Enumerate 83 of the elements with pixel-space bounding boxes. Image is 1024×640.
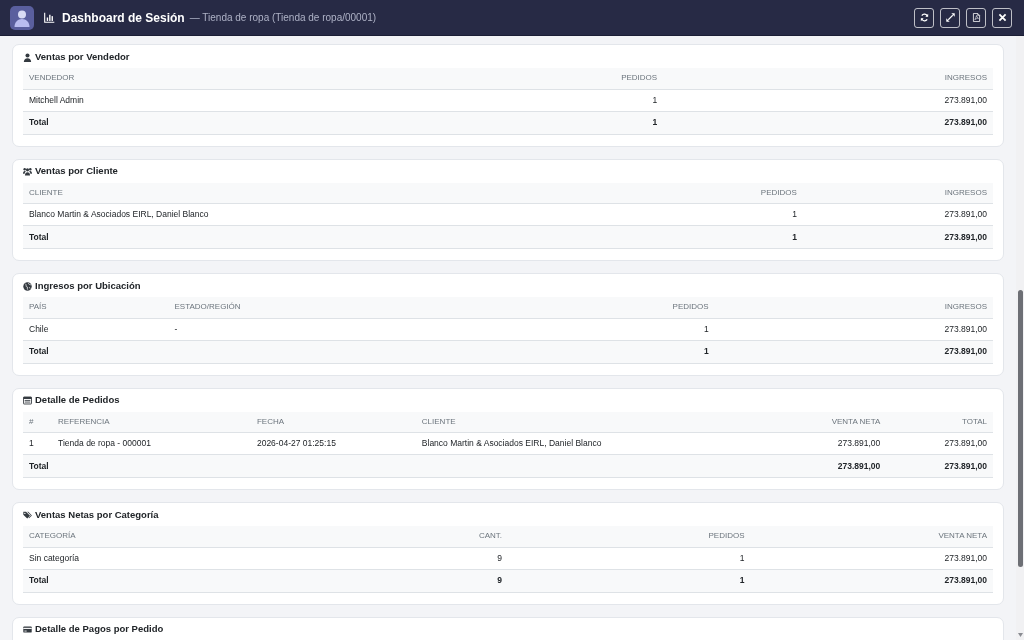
column-header: VENTA NETA [750,526,993,547]
table-cell: Chile [23,318,169,340]
document-button[interactable] [966,7,986,28]
table-cell: Blanco Martin & Asociados EIRL, Daniel Blanco [415,432,740,455]
window-title: Dashboard de Sesión [62,9,185,27]
table-cell: 273.891,00 [750,569,993,592]
section-title: Ingresos por Ubicación [35,278,141,293]
table-cell: Sin categoría [23,547,266,569]
table-cell: Mitchell Admin [23,89,344,111]
section-title: Ventas Netas por Categoría [35,507,159,522]
table-cell: 273.891,00 [739,432,887,455]
table-cell: Tienda de ropa - 000001 [52,432,251,455]
close-button[interactable] [992,7,1012,28]
column-header: # [23,411,53,433]
close-icon [997,13,1007,22]
section-title: Ventas por Vendedor [35,49,130,64]
table-cell: 9 [265,569,508,592]
column-header: CATEGORÍA [23,526,266,547]
credit-card-icon [23,625,32,634]
table-cell: 9 [265,547,508,569]
column-header: ESTADO/REGIÓN [168,297,508,318]
refresh-icon [919,13,929,22]
list-box-icon [23,396,32,405]
table-cell: 273.891,00 [886,432,993,455]
table-cell: - [168,318,508,340]
table-cell: 273.891,00 [714,340,993,363]
table-cell: 273.891,00 [886,454,993,478]
column-header: INGRESOS [802,182,993,204]
table-cell: 273.891,00 [802,225,993,249]
column-header: CLIENTE [23,182,605,204]
table-cell: 2026-04-27 01:25:15 [250,432,416,455]
expand-button[interactable] [940,7,960,28]
table-cell: 273.891,00 [663,111,993,134]
tags-icon [23,510,32,520]
table-cell: 1 [23,432,53,455]
table-cell: 273.891,00 [714,318,993,340]
table-cell: 273.891,00 [739,454,887,478]
column-header: PEDIDOS [605,182,803,204]
expand-icon [945,13,955,22]
scrollbar-thumb[interactable] [1017,290,1023,567]
section-title: Detalle de Pedidos [35,393,120,408]
column-header: INGRESOS [714,297,993,318]
table-cell: Total [23,569,266,592]
column-header: CANT. [265,526,508,547]
window-subtitle: — Tienda de ropa (Tienda de ropa/00001) [189,11,377,25]
column-header: REFERENCIA [52,411,251,433]
table-cell: Total [23,454,740,478]
column-header: TOTAL [886,411,993,433]
users-icon [23,167,32,176]
table-cell: 273.891,00 [802,203,993,226]
table-cell: 1 [508,340,715,363]
table-cell: Blanco Martin & Asociados EIRL, Daniel Blanco [23,203,605,226]
scrollbar[interactable] [1016,36,1024,640]
user-icon [23,52,32,62]
column-header: VENTA NETA [739,411,887,433]
column-header: PEDIDOS [508,297,715,318]
table-cell: 1 [508,318,715,340]
bar-chart-icon [44,12,55,23]
table-cell: Total [23,111,344,134]
column-header: INGRESOS [663,68,993,89]
section-title: Detalle de Pagos por Pedido [35,622,164,637]
table-cell: 1 [343,111,664,134]
refresh-button[interactable] [914,7,934,28]
column-header: PAÍS [23,297,169,318]
table-cell: Total [23,225,605,249]
section-title: Ventas por Cliente [35,164,118,179]
table-cell: 273.891,00 [750,547,993,569]
column-header: FECHA [250,411,416,433]
table-cell: 1 [605,203,803,226]
table-cell: 1 [508,569,751,592]
app-logo-icon [10,5,34,30]
table-cell: Total [23,340,508,363]
scroll-down-arrow-icon[interactable] [1017,633,1023,637]
table-cell: 273.891,00 [663,89,993,111]
document-icon [971,13,981,22]
column-header: PEDIDOS [508,526,751,547]
table-cell: 1 [508,547,751,569]
column-header: VENDEDOR [23,68,344,89]
globe-icon [23,281,32,291]
column-header: PEDIDOS [343,68,664,89]
table-cell: 1 [605,225,803,249]
table-cell: 1 [343,89,664,111]
column-header: CLIENTE [415,411,740,433]
